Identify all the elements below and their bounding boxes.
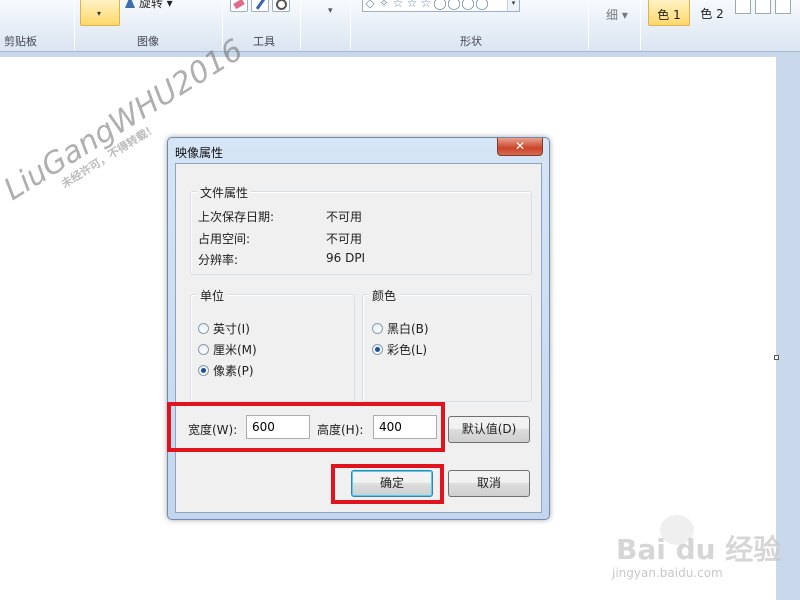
rotate-icon: [125, 0, 135, 8]
prop-label-resolution: 分辨率:: [198, 253, 239, 267]
close-button[interactable]: ✕: [497, 138, 543, 156]
prop-value-resolution: 96 DPI: [326, 251, 366, 265]
radio-black-white[interactable]: 黑白(B): [372, 320, 429, 337]
radio-dot: [372, 323, 383, 334]
divider: [300, 0, 301, 50]
radio-pixels[interactable]: 像素(P): [198, 362, 254, 379]
shape-item[interactable]: ◯: [461, 0, 475, 11]
color1-button[interactable]: 色 1: [648, 0, 690, 26]
dialog-title: 映像属性: [175, 146, 224, 160]
radio-dot-selected: [198, 365, 209, 376]
prop-value-save-date: 不可用: [326, 210, 363, 224]
file-properties-title: 文件属性: [197, 184, 252, 201]
shape-item[interactable]: ◯: [433, 0, 447, 11]
prop-label-save-date: 上次保存日期:: [198, 210, 275, 224]
shape-item[interactable]: ◯: [447, 0, 461, 11]
prop-value-size: 不可用: [326, 232, 363, 246]
radio-dot: [198, 323, 209, 334]
ribbon: ▾ 旋转 ▾ ▾ ◇ ✧ ☆ ☆ ☆ ◯◯◯◯ ▾ 细 ▾ 色 1 色 2 剪贴板 图像 工…: [0, 0, 800, 52]
image-properties-dialog: 映像属性 ✕ 文件属性 上次保存日期: 不可用 占用空间: 不可用 分辨率: 9…: [167, 137, 550, 520]
shape-item[interactable]: ☆: [405, 0, 419, 11]
divider: [588, 0, 589, 50]
close-icon: ✕: [514, 139, 526, 153]
divider: [640, 0, 641, 50]
palette-swatch[interactable]: [735, 0, 751, 14]
chevron-down-icon: ▾: [97, 9, 102, 18]
baidu-logo: Bai du 经验: [616, 533, 782, 566]
tools-row: [230, 0, 290, 12]
default-button[interactable]: 默认值(D): [448, 416, 530, 443]
group-label-clipboard: 剪贴板: [4, 35, 37, 48]
radio-centimeters[interactable]: 厘米(M): [198, 341, 257, 358]
radio-dot: [198, 344, 209, 355]
dialog-body: 文件属性 上次保存日期: 不可用 占用空间: 不可用 分辨率: 96 DPI 单…: [175, 163, 542, 513]
divider: [350, 0, 351, 50]
palette-swatch[interactable]: [775, 0, 791, 14]
select-button[interactable]: ▾: [80, 0, 120, 26]
size-button[interactable]: 细 ▾: [606, 6, 628, 23]
rotate-button[interactable]: 旋转 ▾: [125, 0, 173, 10]
shape-item[interactable]: ◇: [363, 0, 377, 11]
shapes-scroll-button[interactable]: ▾: [507, 0, 519, 11]
color2-button[interactable]: 色 2: [692, 5, 732, 22]
highlight-box-ok-button: [331, 464, 444, 504]
radio-color[interactable]: 彩色(L): [372, 341, 427, 358]
resize-handle[interactable]: [774, 355, 779, 360]
baidu-url: jingyan.baidu.com: [612, 566, 723, 580]
prop-label-size: 占用空间:: [198, 232, 251, 246]
shape-item[interactable]: ☆: [419, 0, 433, 11]
palette-swatch[interactable]: [755, 0, 771, 14]
magnifier-icon[interactable]: [272, 0, 290, 12]
radio-inches[interactable]: 英寸(I): [198, 320, 250, 337]
shape-item[interactable]: ✧: [377, 0, 391, 11]
divider: [74, 0, 75, 50]
shapes-gallery[interactable]: ◇ ✧ ☆ ☆ ☆ ◯◯◯◯ ▾: [362, 0, 520, 12]
cancel-button[interactable]: 取消: [448, 470, 530, 497]
shape-item[interactable]: ◯: [475, 0, 489, 11]
units-title: 单位: [197, 287, 228, 304]
group-label-image: 图像: [137, 35, 159, 48]
color-title: 颜色: [369, 287, 400, 304]
shape-item[interactable]: ☆: [391, 0, 405, 11]
group-label-shapes: 形状: [460, 35, 482, 48]
group-label-tools: 工具: [253, 35, 275, 48]
color-picker-icon[interactable]: [251, 0, 269, 12]
eraser-icon[interactable]: [230, 0, 248, 12]
radio-dot-selected: [372, 344, 383, 355]
highlight-box-size-fields: [167, 402, 445, 452]
brushes-dropdown[interactable]: ▾: [328, 6, 333, 16]
